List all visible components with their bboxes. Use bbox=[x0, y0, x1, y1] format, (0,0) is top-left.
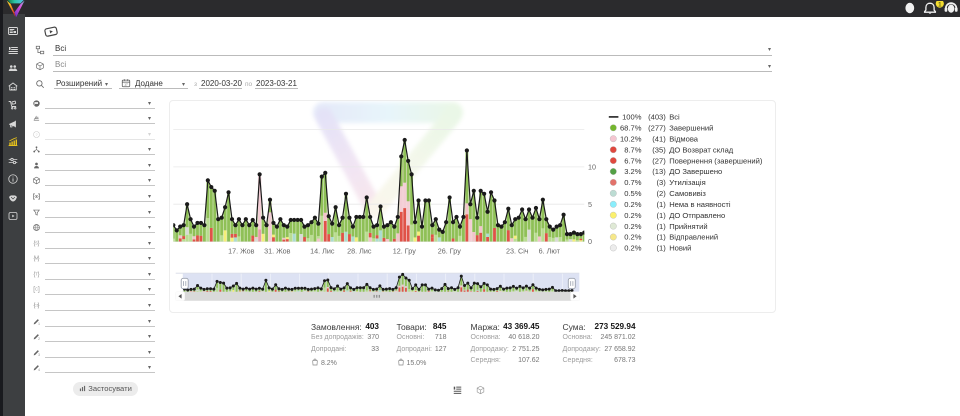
svg-text:T: T bbox=[35, 271, 38, 276]
svg-text:(13): (13) bbox=[652, 168, 666, 177]
svg-text:10: 10 bbox=[588, 163, 596, 172]
svg-text:(3): (3) bbox=[656, 178, 666, 187]
svg-text:Всі: Всі bbox=[669, 113, 680, 122]
svg-text:8.7%: 8.7% bbox=[624, 146, 642, 155]
svg-text:Прийнятий: Прийнятий bbox=[669, 222, 707, 231]
svg-text:(1): (1) bbox=[656, 200, 666, 209]
svg-text:1: 1 bbox=[938, 1, 942, 8]
svg-text:ДО Завершено: ДО Завершено bbox=[669, 168, 722, 177]
svg-text:Відмова: Відмова bbox=[669, 135, 699, 144]
svg-text:26. Гру: 26. Гру bbox=[437, 247, 460, 256]
svg-text:(35): (35) bbox=[652, 146, 666, 155]
svg-text:(1): (1) bbox=[656, 222, 666, 231]
svg-text:ДО Возврат склад: ДО Возврат склад bbox=[669, 146, 734, 155]
svg-text:Нема в наявності: Нема в наявності bbox=[669, 200, 731, 209]
svg-text:(1): (1) bbox=[656, 233, 666, 242]
svg-text:Завершений: Завершений bbox=[669, 124, 713, 133]
svg-text:4: 4 bbox=[38, 368, 40, 372]
svg-text:3.2%: 3.2% bbox=[624, 168, 642, 177]
svg-text:1: 1 bbox=[38, 322, 40, 326]
svg-text:14. Лис: 14. Лис bbox=[310, 247, 335, 256]
svg-text:(41): (41) bbox=[652, 135, 666, 144]
svg-text:ДО Отправлено: ДО Отправлено bbox=[669, 211, 725, 220]
svg-text:Новий: Новий bbox=[669, 244, 691, 253]
svg-text:2: 2 bbox=[38, 337, 40, 341]
svg-text:(1): (1) bbox=[656, 211, 666, 220]
svg-text:(1): (1) bbox=[656, 244, 666, 253]
svg-text:23. Січ: 23. Січ bbox=[506, 247, 529, 256]
svg-text:0.7%: 0.7% bbox=[624, 178, 642, 187]
svg-text:6.7%: 6.7% bbox=[624, 157, 642, 166]
svg-text:12. Гру: 12. Гру bbox=[392, 247, 415, 256]
svg-text:S: S bbox=[35, 240, 38, 245]
svg-text:6. Лют: 6. Лют bbox=[538, 247, 560, 256]
svg-text:Відправлений: Відправлений bbox=[669, 233, 718, 242]
svg-text:10.2%: 10.2% bbox=[620, 135, 642, 144]
svg-text:28. Лис: 28. Лис bbox=[347, 247, 372, 256]
svg-text:?: ? bbox=[35, 132, 37, 136]
svg-text:17. Жов: 17. Жов bbox=[228, 247, 255, 256]
svg-text:M: M bbox=[35, 256, 39, 261]
svg-text:C6: C6 bbox=[34, 304, 38, 308]
svg-text:5: 5 bbox=[588, 200, 592, 209]
svg-text:0: 0 bbox=[588, 237, 592, 246]
svg-text:31. Жов: 31. Жов bbox=[264, 247, 291, 256]
svg-text:Повернення (завершений): Повернення (завершений) bbox=[669, 157, 763, 166]
svg-text:0.2%: 0.2% bbox=[624, 211, 642, 220]
svg-text:C: C bbox=[35, 287, 38, 292]
svg-text:(27): (27) bbox=[652, 157, 666, 166]
svg-text:Самовивіз: Самовивіз bbox=[669, 189, 706, 198]
svg-text:0.2%: 0.2% bbox=[624, 222, 642, 231]
svg-text:68.7%: 68.7% bbox=[620, 124, 642, 133]
svg-text:0.2%: 0.2% bbox=[624, 244, 642, 253]
svg-text:(2): (2) bbox=[656, 189, 666, 198]
svg-text:0.2%: 0.2% bbox=[624, 233, 642, 242]
svg-text:Утилізація: Утилізація bbox=[669, 178, 706, 187]
svg-text:(277): (277) bbox=[648, 124, 666, 133]
svg-text:3: 3 bbox=[38, 353, 40, 357]
svg-text:100%: 100% bbox=[622, 113, 642, 122]
svg-text:(403): (403) bbox=[648, 113, 666, 122]
svg-text:0.2%: 0.2% bbox=[624, 200, 642, 209]
svg-text:0.5%: 0.5% bbox=[624, 189, 642, 198]
